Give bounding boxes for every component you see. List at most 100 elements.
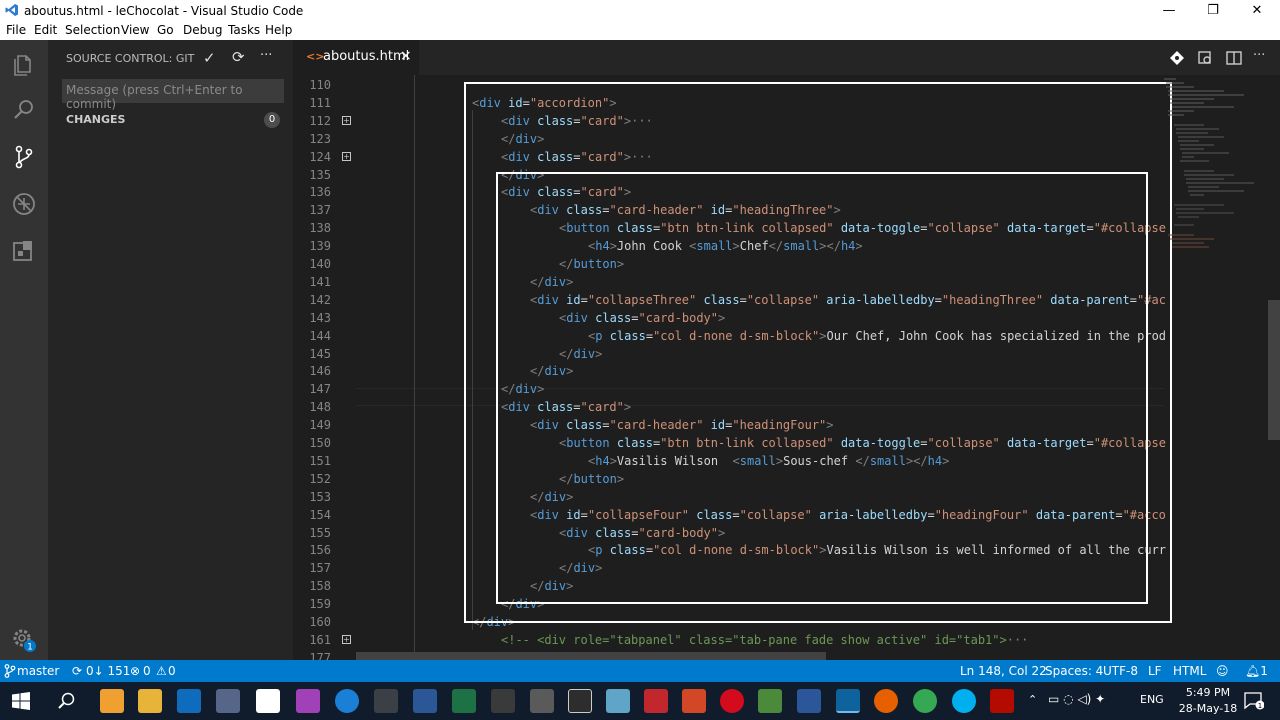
maximize-button[interactable]: ❐: [1190, 0, 1236, 22]
menu-tasks[interactable]: Tasks: [228, 23, 260, 37]
app-green-icon[interactable]: [256, 689, 280, 713]
close-window-button[interactable]: ✕: [1234, 0, 1280, 22]
extensions-icon[interactable]: [10, 237, 38, 265]
git-branch[interactable]: master: [17, 664, 59, 678]
sidebar-header: SOURCE CONTROL: GIT: [66, 52, 195, 65]
line-number: 158: [309, 579, 331, 594]
line-number: 146: [309, 364, 331, 379]
indentation[interactable]: Spaces: 4: [1045, 664, 1103, 678]
input-language[interactable]: ENG: [1140, 693, 1164, 706]
app-tool-icon[interactable]: [491, 689, 515, 713]
app-vscode-icon[interactable]: [836, 689, 860, 713]
menu-go[interactable]: Go: [157, 23, 174, 37]
split-editor-icon[interactable]: [1226, 50, 1242, 66]
cursor-position[interactable]: Ln 148, Col 22: [960, 664, 1047, 678]
code-line[interactable]: <!-- <div role="tabpanel" class="tab-pan…: [501, 631, 1028, 649]
app-word-icon[interactable]: [797, 689, 821, 713]
app-powerpoint-icon[interactable]: [682, 689, 706, 713]
line-number: 152: [309, 471, 331, 486]
app-git-icon[interactable]: [100, 689, 124, 713]
more-actions-icon[interactable]: ···: [260, 48, 272, 63]
debug-icon[interactable]: [10, 190, 38, 218]
line-number: 145: [309, 346, 331, 361]
action-center-icon[interactable]: 1: [1244, 692, 1264, 710]
fold-expand-icon[interactable]: +: [342, 115, 351, 125]
fold-expand-icon[interactable]: +: [342, 151, 351, 161]
changes-section-header[interactable]: CHANGES: [66, 113, 125, 126]
menu-help[interactable]: Help: [265, 23, 292, 37]
app-filezilla-icon[interactable]: [644, 689, 668, 713]
tray-chevron-icon[interactable]: ⌃: [1028, 693, 1037, 706]
open-changes-icon[interactable]: [1169, 50, 1185, 66]
open-preview-icon[interactable]: [1197, 50, 1213, 66]
line-number: 147: [309, 382, 331, 397]
menu-debug[interactable]: Debug: [183, 23, 222, 37]
line-number: 156: [309, 543, 331, 558]
clock-date[interactable]: 28-May-18: [1178, 702, 1238, 715]
windows-start-icon[interactable]: [12, 692, 30, 710]
menu-edit[interactable]: Edit: [34, 23, 57, 37]
app-paint-icon[interactable]: [374, 689, 398, 713]
app-excel-icon[interactable]: [452, 689, 476, 713]
windows-taskbar: ⌃ ▭ ◌ ◁) ✦ ENG 5:49 PM 28-May-18 1: [0, 682, 1280, 720]
app-powershell-icon[interactable]: [413, 689, 437, 713]
menu-view[interactable]: View: [121, 23, 149, 37]
explorer-icon[interactable]: [10, 50, 38, 78]
warnings-count[interactable]: 0: [168, 664, 176, 678]
code-editor[interactable]: 110 111 <div id="accordion"> 112 + <div class…: [293, 75, 1280, 660]
feedback-smiley-icon[interactable]: ☺: [1216, 664, 1229, 678]
app-snipping-icon[interactable]: [216, 689, 240, 713]
code-token: <!-- <div role="tabpanel" class="tab-pan…: [501, 632, 1007, 647]
app-chrome-icon[interactable]: [913, 689, 937, 713]
source-control-icon[interactable]: [10, 143, 38, 171]
tab-aboutus-html[interactable]: <> aboutus.html ×: [293, 40, 419, 75]
commit-check-icon[interactable]: ✓: [203, 49, 216, 67]
language-mode[interactable]: HTML: [1173, 664, 1206, 678]
fold-expand-icon[interactable]: +: [342, 634, 351, 644]
sync-status[interactable]: 0↓ 151: [86, 664, 130, 678]
tray-icons[interactable]: ▭ ◌ ◁) ✦: [1048, 692, 1105, 706]
horizontal-scrollbar-thumb[interactable]: [356, 652, 826, 660]
app-edge-icon[interactable]: [335, 689, 359, 713]
search-icon[interactable]: [10, 96, 38, 124]
app-firefox-icon[interactable]: [874, 689, 898, 713]
menu-file[interactable]: File: [6, 23, 26, 37]
warning-icon[interactable]: ⚠: [156, 664, 167, 678]
end-of-line[interactable]: LF: [1148, 664, 1162, 678]
app-skype-icon[interactable]: [952, 689, 976, 713]
tab-label: aboutus.html: [323, 49, 410, 64]
app-cloud-icon[interactable]: [530, 689, 554, 713]
cards-selection-box: [496, 172, 1148, 604]
app-onenote-icon[interactable]: [296, 689, 320, 713]
minimize-button[interactable]: —: [1146, 0, 1192, 22]
vertical-scrollbar-thumb[interactable]: [1268, 300, 1280, 440]
error-icon[interactable]: ⊗: [130, 664, 140, 678]
app-notepad-icon[interactable]: [758, 689, 782, 713]
settings-gear-icon[interactable]: 1: [10, 626, 38, 654]
refresh-icon[interactable]: ⟳: [232, 48, 245, 66]
sync-icon[interactable]: ⟳: [72, 664, 82, 678]
taskbar-search-icon[interactable]: [58, 692, 76, 710]
line-number: 159: [309, 597, 331, 612]
commit-message-input[interactable]: Message (press Ctrl+Enter to commit): [62, 79, 284, 111]
changes-count-badge: 0: [264, 112, 280, 128]
encoding[interactable]: UTF-8: [1103, 664, 1138, 678]
menu-selection[interactable]: Selection: [65, 23, 120, 37]
app-file-explorer-icon[interactable]: [138, 689, 162, 713]
editor-more-actions-icon[interactable]: ···: [1253, 48, 1265, 63]
code-token: ···: [1006, 632, 1029, 647]
problems-count[interactable]: 0: [143, 664, 151, 678]
app-outlook-icon[interactable]: [177, 689, 201, 713]
app-notes-icon[interactable]: [606, 689, 630, 713]
line-number: 157: [309, 561, 331, 576]
line-number: 144: [309, 328, 331, 343]
app-frame-icon[interactable]: [568, 689, 592, 713]
app-acrobat-icon[interactable]: [990, 689, 1014, 713]
clock-time[interactable]: 5:49 PM: [1178, 686, 1238, 699]
tab-close-icon[interactable]: ×: [400, 48, 412, 64]
app-opera-icon[interactable]: [720, 689, 744, 713]
notifications-bell-icon[interactable]: 🔔︎1: [1245, 664, 1268, 678]
line-number: 135: [309, 167, 331, 182]
html-file-icon: <>: [306, 50, 325, 63]
minimap[interactable]: [1164, 75, 1264, 660]
